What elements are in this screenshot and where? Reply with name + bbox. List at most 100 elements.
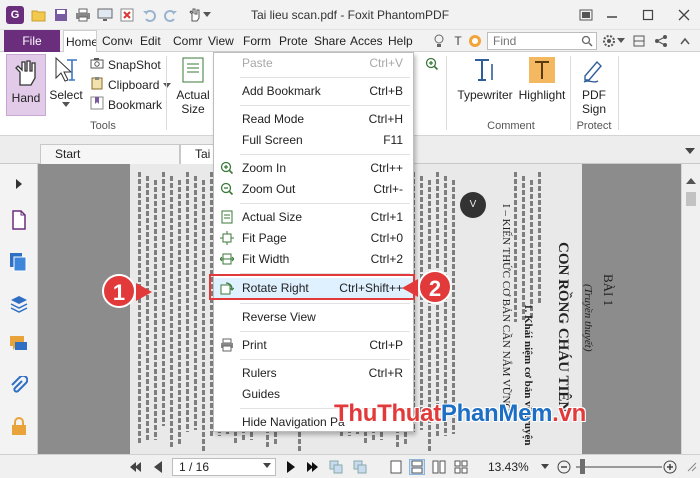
tab-form[interactable]: Form <box>243 30 275 52</box>
redo-icon[interactable] <box>162 6 180 24</box>
expand-pane-icon[interactable] <box>14 174 24 194</box>
menu-item-shortcut: Ctrl+P <box>369 338 403 352</box>
page-thumbnails-icon[interactable] <box>9 210 29 230</box>
tab-accessibility[interactable]: Acces <box>350 30 382 52</box>
zoom-level[interactable]: 13.43% <box>488 460 529 474</box>
menu-item-zoom-in[interactable]: Zoom In Ctrl++ <box>214 158 413 178</box>
bookmark-button[interactable]: Bookmark <box>90 96 162 114</box>
menu-item-rulers[interactable]: Rulers Ctrl+R <box>214 363 413 383</box>
tab-start-page[interactable]: Start <box>40 144 180 164</box>
layers-icon[interactable] <box>9 294 29 314</box>
single-page-view-icon[interactable] <box>388 459 404 475</box>
scroll-up-icon[interactable] <box>686 174 696 188</box>
zoom-slider-thumb[interactable] <box>580 459 585 474</box>
tab-comment[interactable]: Comr <box>173 30 203 52</box>
ribbon-divider <box>570 56 571 130</box>
tab-convert[interactable]: Conve <box>102 30 132 52</box>
menu-item-reverse-view[interactable]: Reverse View <box>214 307 413 327</box>
settings-dropdown-icon[interactable] <box>617 33 625 49</box>
menu-item-shortcut: Ctrl+V <box>369 56 403 70</box>
continuous-view-icon[interactable] <box>409 459 425 475</box>
menu-item-actual-size[interactable]: Actual Size Ctrl+1 <box>214 207 413 227</box>
snapshot-button[interactable]: SnapShot <box>90 56 161 74</box>
menu-item-fit-width[interactable]: Fit Width Ctrl+2 <box>214 249 413 269</box>
previous-page-icon[interactable] <box>150 459 166 475</box>
text-line <box>444 176 447 436</box>
tell-me-label[interactable]: T <box>450 33 466 49</box>
tab-list-dropdown-icon[interactable] <box>682 144 698 160</box>
fit-page-icon <box>219 230 235 246</box>
attachments-icon[interactable] <box>9 376 29 396</box>
print-icon <box>219 337 235 353</box>
scrollbar-thumb[interactable] <box>686 192 696 206</box>
file-tab[interactable]: File <box>4 30 60 52</box>
status-bar: 13.43% <box>0 454 700 478</box>
facing-view-icon[interactable] <box>431 459 447 475</box>
highlight-button[interactable]: Highlight <box>518 54 566 116</box>
menu-item-label: Guides <box>242 387 281 401</box>
zoom-in-ribbon-icon[interactable] <box>424 56 440 72</box>
tab-help[interactable]: Help <box>388 30 418 52</box>
callout-1-pointer <box>136 283 152 301</box>
actual-size-button[interactable]: Actual Size <box>172 54 214 116</box>
text-line <box>138 172 141 444</box>
menu-item-print[interactable]: Print Ctrl+P <box>214 335 413 355</box>
comments-icon[interactable] <box>9 334 29 354</box>
security-lock-icon[interactable] <box>9 416 29 436</box>
page-number-field[interactable] <box>172 458 276 476</box>
select-tool-button[interactable]: Select <box>48 54 84 116</box>
tab-protect[interactable]: Prote <box>279 30 309 52</box>
continuous-facing-view-icon[interactable] <box>453 459 469 475</box>
menu-item-label: Hide Navigation Pa <box>242 415 345 429</box>
tab-edit[interactable]: Edit <box>140 30 164 52</box>
zoom-dropdown-icon[interactable] <box>540 459 550 475</box>
menu-separator <box>240 203 410 204</box>
open-folder-icon[interactable] <box>30 6 48 24</box>
clipboard-button[interactable]: Clipboard <box>90 76 172 94</box>
print-icon[interactable] <box>74 6 92 24</box>
tab-home[interactable]: Home <box>63 30 97 53</box>
skin-icon[interactable] <box>631 33 647 49</box>
minimize-icon[interactable] <box>604 7 620 23</box>
screen-icon[interactable] <box>96 6 114 24</box>
page-dropdown-icon[interactable] <box>262 461 272 471</box>
menu-item-read-mode[interactable]: Read Mode Ctrl+H <box>214 109 413 129</box>
menu-item-fit-page[interactable]: Fit Page Ctrl+0 <box>214 228 413 248</box>
restore-panel-icon[interactable] <box>578 7 594 23</box>
pdf-sign-button[interactable]: PDF Sign <box>576 54 612 116</box>
close-doc-icon[interactable] <box>118 6 136 24</box>
first-page-icon[interactable] <box>128 459 144 475</box>
maximize-icon[interactable] <box>640 7 656 23</box>
save-icon[interactable] <box>52 6 70 24</box>
menu-item-shortcut: Ctrl+B <box>369 84 403 98</box>
menu-item-add-bookmark[interactable]: Add Bookmark Ctrl+B <box>214 81 413 101</box>
tab-view[interactable]: View <box>208 30 238 52</box>
hand-tool-button[interactable]: Hand <box>6 54 46 116</box>
story-title: CON RỒNG CHÁU TIÊN <box>555 242 571 413</box>
next-view-icon[interactable] <box>352 459 368 475</box>
quick-access-dropdown-icon[interactable] <box>202 6 212 24</box>
app-logo-icon[interactable]: G <box>6 6 24 24</box>
ribbon-divider <box>446 56 447 130</box>
close-window-icon[interactable] <box>676 7 692 23</box>
resize-grip-icon[interactable] <box>684 459 700 475</box>
menu-item-full-screen[interactable]: Full Screen F11 <box>214 130 413 150</box>
pages-icon[interactable] <box>9 252 29 272</box>
zoom-in-icon[interactable] <box>662 459 678 475</box>
vertical-scrollbar[interactable] <box>681 164 700 454</box>
undo-icon[interactable] <box>140 6 158 24</box>
collapse-ribbon-icon[interactable] <box>677 33 693 49</box>
share-icon[interactable] <box>653 33 669 49</box>
camera-icon <box>90 56 104 74</box>
feedback-icon[interactable] <box>467 33 483 49</box>
previous-view-icon[interactable] <box>328 459 344 475</box>
typewriter-button[interactable]: Typewriter <box>456 54 514 116</box>
menu-item-zoom-out[interactable]: Zoom Out Ctrl+- <box>214 179 413 199</box>
zoom-out-icon[interactable] <box>556 459 572 475</box>
lightbulb-icon[interactable] <box>431 33 447 49</box>
zoom-slider-track[interactable] <box>576 466 662 468</box>
next-page-icon[interactable] <box>283 459 299 475</box>
settings-gear-icon[interactable] <box>601 33 617 49</box>
tab-share[interactable]: Share <box>314 30 346 52</box>
last-page-icon[interactable] <box>304 459 320 475</box>
